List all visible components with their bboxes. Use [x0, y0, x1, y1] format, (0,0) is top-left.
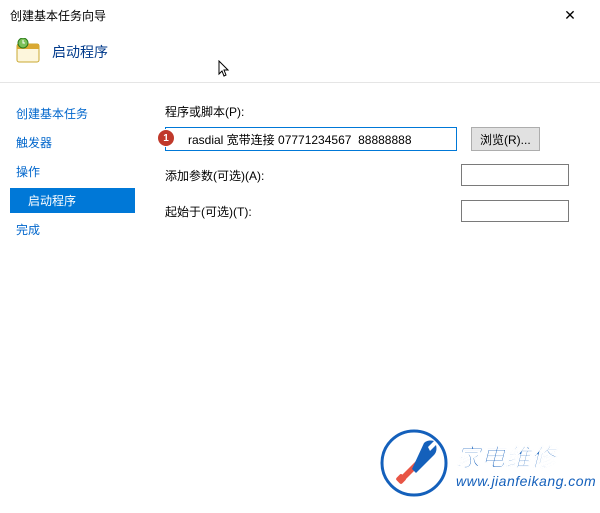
- page-title: 启动程序: [52, 42, 108, 62]
- close-button[interactable]: ✕: [550, 1, 590, 29]
- window-title: 创建基本任务向导: [10, 7, 106, 24]
- tools-icon: [380, 429, 448, 497]
- sidebar-item-action[interactable]: 操作: [10, 159, 135, 184]
- args-input[interactable]: [461, 164, 569, 186]
- sidebar-item-finish[interactable]: 完成: [10, 217, 135, 242]
- script-input-wrap: 1: [165, 127, 457, 151]
- browse-button[interactable]: 浏览(R)...: [471, 127, 540, 151]
- startin-label: 起始于(可选)(T):: [165, 203, 461, 220]
- script-label: 程序或脚本(P):: [165, 103, 588, 120]
- sidebar: 创建基本任务 触发器 操作 启动程序 完成: [0, 83, 135, 512]
- script-input[interactable]: [165, 127, 457, 151]
- sidebar-item-start-program[interactable]: 启动程序: [10, 188, 135, 213]
- watermark-url: www.jianfeikang.com: [456, 473, 596, 489]
- watermark-text-block: 家电维修 www.jianfeikang.com: [456, 438, 596, 489]
- watermark-text: 家电维修: [456, 438, 596, 473]
- titlebar: 创建基本任务向导 ✕: [0, 0, 600, 30]
- startin-input[interactable]: [461, 200, 569, 222]
- sidebar-item-create-task[interactable]: 创建基本任务: [10, 101, 135, 126]
- sidebar-item-trigger[interactable]: 触发器: [10, 130, 135, 155]
- program-icon: [14, 38, 42, 66]
- watermark: 家电维修 www.jianfeikang.com: [380, 413, 600, 513]
- wizard-header: 启动程序: [0, 30, 600, 83]
- args-label: 添加参数(可选)(A):: [165, 167, 461, 184]
- wizard-window: 创建基本任务向导 ✕ 启动程序 创建基本任务 触发器 操作 启动程序 完成 程序…: [0, 0, 600, 513]
- annotation-marker-1: 1: [157, 129, 175, 147]
